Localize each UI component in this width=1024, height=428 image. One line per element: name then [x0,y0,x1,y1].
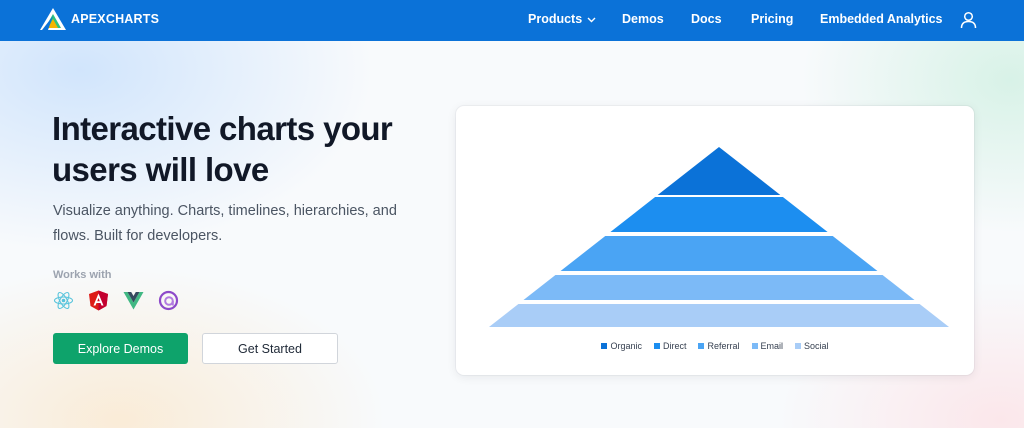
get-started-button[interactable]: Get Started [202,333,338,364]
pyramid-segment-referral[interactable] [560,236,878,271]
hero-subtext: Visualize anything. Charts, timelines, h… [53,199,413,249]
react-icon[interactable] [53,290,74,311]
nav-docs[interactable]: Docs [691,12,722,26]
nav-pricing[interactable]: Pricing [751,12,793,26]
chevron-down-icon [587,12,596,26]
nav-products[interactable]: Products [528,12,596,26]
legend-item-direct[interactable]: Direct [653,341,687,351]
nav-pricing-label: Pricing [751,12,794,26]
pyramid-segment-direct[interactable] [610,197,828,232]
legend-item-social[interactable]: Social [795,341,829,351]
hero-subtext-line2: flows. Built for developers. [53,228,223,244]
legend-item-organic[interactable]: Organic [601,341,642,351]
legend-label: Direct [662,341,687,351]
nav-demos-label: Demos [622,12,664,26]
works-with-label: Works with [53,269,112,281]
legend-marker [751,343,758,349]
blazor-icon[interactable] [158,290,179,311]
nav-embedded-analytics-label: Embedded Analytics [820,12,943,26]
angular-icon[interactable] [88,290,109,311]
nav-products-label: Products [528,12,583,26]
hero-headline: Interactive charts your users will love [52,108,452,190]
vue-icon[interactable] [123,290,144,311]
user-icon[interactable] [960,11,977,34]
chart-card: Organic Direct Referral Email Social [456,106,974,375]
legend-label: Social [804,341,829,351]
legend-label: Referral [707,341,740,351]
legend-label: Organic [610,341,642,351]
pyramid-segment-organic[interactable] [657,147,781,195]
pyramid-segment-email[interactable] [523,275,915,300]
legend-marker [795,343,802,349]
legend-marker [698,343,705,349]
legend-label: Email [760,341,784,351]
brand-name: APEXCHARTS [71,12,160,26]
legend-marker [601,343,608,349]
chart-legend: Organic Direct Referral Email Social [456,341,974,351]
legend-item-referral[interactable]: Referral [698,341,740,351]
hero-subtext-line1: Visualize anything. Charts, timelines, h… [53,203,397,219]
top-nav: APEXCHARTS Products Demos Docs Pricing E… [0,0,1024,41]
brand-logo[interactable]: APEXCHARTS [39,7,159,31]
pyramid-chart [489,147,949,327]
hero-headline-line1: Interactive charts your [52,110,393,147]
legend-item-email[interactable]: Email [751,341,784,351]
nav-demos[interactable]: Demos [622,12,664,26]
legend-marker [653,343,660,349]
framework-icons [53,290,179,311]
nav-embedded-analytics[interactable]: Embedded Analytics [820,12,943,26]
hero-headline-line2: users will love [52,151,269,188]
explore-demos-button[interactable]: Explore Demos [53,333,188,364]
nav-docs-label: Docs [691,12,722,26]
apexcharts-logo-icon [40,8,66,30]
pyramid-segment-social[interactable] [489,304,949,327]
